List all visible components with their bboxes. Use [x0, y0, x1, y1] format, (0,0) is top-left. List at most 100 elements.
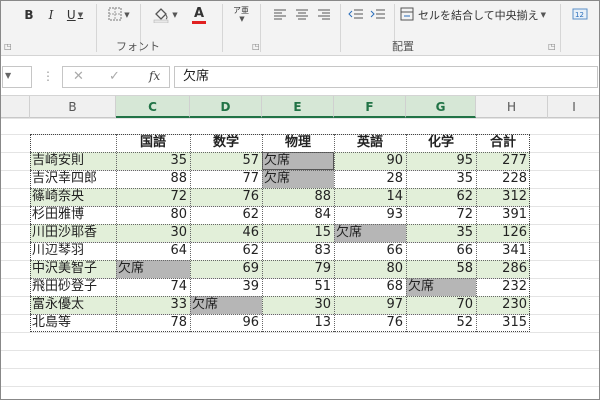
- bold-button[interactable]: B: [20, 4, 38, 26]
- absent-cell[interactable]: 欠席: [262, 170, 334, 188]
- score-cell[interactable]: 66: [334, 242, 406, 260]
- score-cell[interactable]: 68: [334, 278, 406, 296]
- score-cell[interactable]: 90: [334, 152, 406, 170]
- score-cell[interactable]: 315: [476, 314, 530, 332]
- italic-button[interactable]: I: [42, 4, 60, 26]
- score-cell[interactable]: 97: [334, 296, 406, 314]
- more-options-icon[interactable]: ⋮: [42, 69, 54, 83]
- student-name-cell[interactable]: 中沢美智子: [30, 260, 116, 278]
- student-name-cell[interactable]: 富永優太: [30, 296, 116, 314]
- score-cell[interactable]: 341: [476, 242, 530, 260]
- name-box[interactable]: ▼: [2, 66, 32, 88]
- absent-cell[interactable]: 欠席: [334, 224, 406, 242]
- table-header-cell[interactable]: 化学: [406, 134, 476, 152]
- column-header-d[interactable]: D: [190, 96, 262, 118]
- absent-cell[interactable]: 欠席: [262, 152, 334, 170]
- absent-cell[interactable]: 欠席: [116, 260, 190, 278]
- borders-button[interactable]: ▼: [104, 4, 134, 26]
- score-cell[interactable]: 80: [334, 260, 406, 278]
- table-header-cell[interactable]: 合計: [476, 134, 530, 152]
- score-cell[interactable]: 62: [190, 242, 262, 260]
- table-header-cell[interactable]: 国語: [116, 134, 190, 152]
- student-name-cell[interactable]: 川辺琴羽: [30, 242, 116, 260]
- score-cell[interactable]: 14: [334, 188, 406, 206]
- worksheet-grid[interactable]: 国語 数学 物理 英語 化学 合計 吉崎安則 35 57 欠席 90 95 277 吉沢幸四郎 88 77 欠席…: [0, 118, 600, 400]
- score-cell[interactable]: 28: [334, 170, 406, 188]
- score-cell[interactable]: 230: [476, 296, 530, 314]
- score-cell[interactable]: 33: [116, 296, 190, 314]
- score-cell[interactable]: 74: [116, 278, 190, 296]
- alignment-launcher-icon[interactable]: ◳: [548, 42, 556, 51]
- student-name-cell[interactable]: 北島等: [30, 314, 116, 332]
- table-header-cell[interactable]: 物理: [262, 134, 334, 152]
- score-cell[interactable]: 35: [406, 170, 476, 188]
- fill-color-button[interactable]: ▼: [148, 4, 182, 26]
- score-cell[interactable]: 391: [476, 206, 530, 224]
- score-cell[interactable]: 39: [190, 278, 262, 296]
- cancel-icon[interactable]: ✕: [73, 69, 84, 84]
- table-header-cell[interactable]: [30, 134, 116, 152]
- merge-center-button[interactable]: セルを結合して中央揃え ▼: [400, 4, 558, 26]
- score-cell[interactable]: 58: [406, 260, 476, 278]
- font-color-button[interactable]: A: [184, 4, 214, 26]
- absent-cell[interactable]: 欠席: [406, 278, 476, 296]
- score-cell[interactable]: 62: [190, 206, 262, 224]
- student-name-cell[interactable]: 川田沙耶香: [30, 224, 116, 242]
- score-cell[interactable]: 312: [476, 188, 530, 206]
- score-cell[interactable]: 76: [190, 188, 262, 206]
- table-header-cell[interactable]: 数学: [190, 134, 262, 152]
- table-header-cell[interactable]: 英語: [334, 134, 406, 152]
- decrease-indent-button[interactable]: [346, 4, 366, 26]
- score-cell[interactable]: 228: [476, 170, 530, 188]
- font-launcher-icon[interactable]: ◳: [252, 42, 260, 51]
- insert-function-icon[interactable]: fx: [149, 69, 160, 83]
- enter-check-icon[interactable]: ✓: [109, 69, 120, 84]
- score-cell[interactable]: 95: [406, 152, 476, 170]
- score-cell[interactable]: 286: [476, 260, 530, 278]
- underline-button[interactable]: U ▼: [64, 4, 86, 26]
- student-name-cell[interactable]: 吉沢幸四郎: [30, 170, 116, 188]
- score-cell[interactable]: 232: [476, 278, 530, 296]
- score-cell[interactable]: 51: [262, 278, 334, 296]
- column-header-h[interactable]: H: [476, 96, 548, 118]
- score-cell[interactable]: 52: [406, 314, 476, 332]
- score-cell[interactable]: 72: [406, 206, 476, 224]
- formula-input[interactable]: 欠席: [174, 66, 598, 88]
- column-header-c[interactable]: C: [116, 96, 190, 118]
- align-right-button[interactable]: [314, 4, 334, 26]
- score-cell[interactable]: 13: [262, 314, 334, 332]
- score-cell[interactable]: 30: [116, 224, 190, 242]
- column-header-f[interactable]: F: [334, 96, 406, 118]
- score-cell[interactable]: 84: [262, 206, 334, 224]
- score-cell[interactable]: 93: [334, 206, 406, 224]
- score-cell[interactable]: 57: [190, 152, 262, 170]
- select-all-corner[interactable]: [0, 96, 30, 118]
- score-cell[interactable]: 46: [190, 224, 262, 242]
- score-cell[interactable]: 77: [190, 170, 262, 188]
- phonetic-guide-button[interactable]: ア亜 ▼: [228, 4, 254, 26]
- score-cell[interactable]: 126: [476, 224, 530, 242]
- score-cell[interactable]: 69: [190, 260, 262, 278]
- student-name-cell[interactable]: 吉崎安則: [30, 152, 116, 170]
- number-format-button[interactable]: 12: [566, 4, 594, 26]
- align-center-button[interactable]: [292, 4, 312, 26]
- clipboard-launcher-icon[interactable]: ◳: [4, 42, 12, 51]
- column-header-i[interactable]: I: [548, 96, 600, 118]
- student-name-cell[interactable]: 飛田砂登子: [30, 278, 116, 296]
- column-header-b[interactable]: B: [30, 96, 116, 118]
- score-cell[interactable]: 79: [262, 260, 334, 278]
- student-name-cell[interactable]: 篠崎奈央: [30, 188, 116, 206]
- increase-indent-button[interactable]: [368, 4, 388, 26]
- score-cell[interactable]: 15: [262, 224, 334, 242]
- score-cell[interactable]: 96: [190, 314, 262, 332]
- score-cell[interactable]: 76: [334, 314, 406, 332]
- score-cell[interactable]: 88: [116, 170, 190, 188]
- score-cell[interactable]: 88: [262, 188, 334, 206]
- score-cell[interactable]: 62: [406, 188, 476, 206]
- score-cell[interactable]: 72: [116, 188, 190, 206]
- student-name-cell[interactable]: 杉田雅博: [30, 206, 116, 224]
- score-cell[interactable]: 64: [116, 242, 190, 260]
- align-left-button[interactable]: [270, 4, 290, 26]
- score-cell[interactable]: 78: [116, 314, 190, 332]
- score-cell[interactable]: 35: [116, 152, 190, 170]
